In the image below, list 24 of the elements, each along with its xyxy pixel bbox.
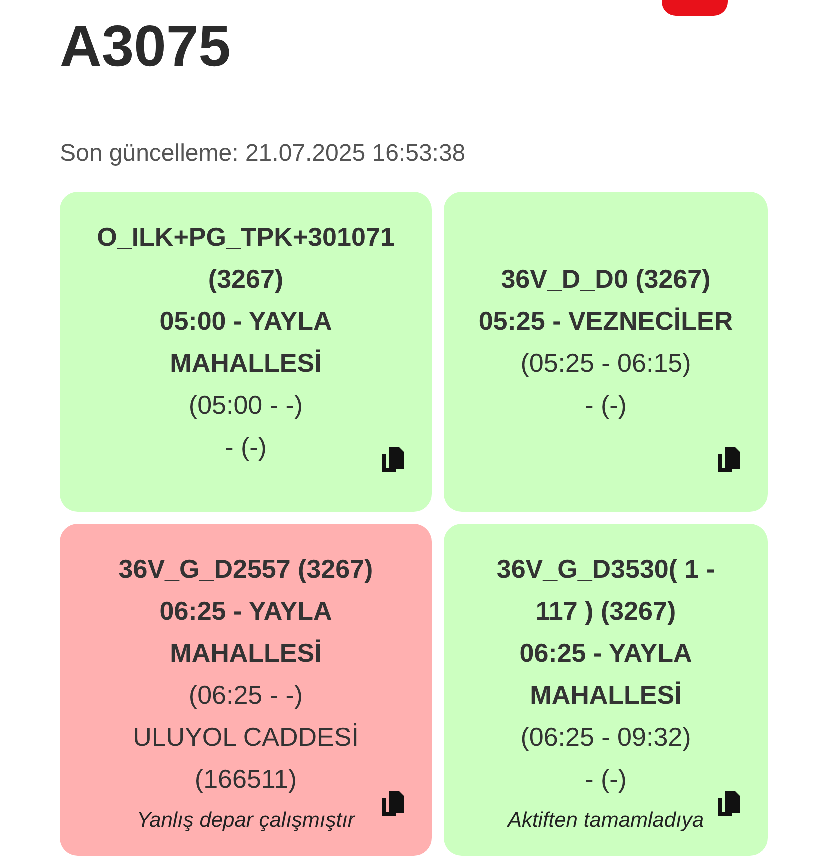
departure-text: 05:00 - YAYLA MAHALLESİ [158,305,334,380]
route-name: O_ILK+PG_TPK+301071 (3267) [96,221,396,296]
copy-icon[interactable] [716,446,742,474]
departure-text: 06:25 - YAYLA MAHALLESİ [158,595,334,670]
stop-text: - (-) [225,431,267,464]
copy-icon[interactable] [380,790,406,818]
time-range: (06:25 - -) [188,679,304,712]
last-updated-text: Son güncelleme: 21.07.2025 16:53:38 [60,140,467,168]
route-name: 36V_D_D0 (3267) [501,263,711,296]
departure-text: 06:25 - YAYLA MAHALLESİ [518,637,694,712]
vehicle-title: A3075 [60,13,231,80]
copy-icon[interactable] [380,446,406,474]
status-note: Yanlış depar çalışmıştır [137,808,355,834]
time-range: (06:25 - 09:32) [520,721,692,754]
time-range: (05:25 - 06:15) [520,347,692,380]
stop-text: - (-) [585,763,627,796]
status-note: Aktiften tamamladıya [508,808,704,834]
copy-icon[interactable] [716,790,742,818]
time-range: (05:00 - -) [188,389,304,422]
stop-text: ULUYOL CADDESİ (166511) [132,721,360,796]
route-name: 36V_G_D2557 (3267) [118,553,374,586]
departure-text: 05:25 - VEZNECİLER [478,305,734,338]
route-name: 36V_G_D3530( 1 - 117 ) (3267) [496,553,716,628]
stop-text: - (-) [585,389,627,422]
